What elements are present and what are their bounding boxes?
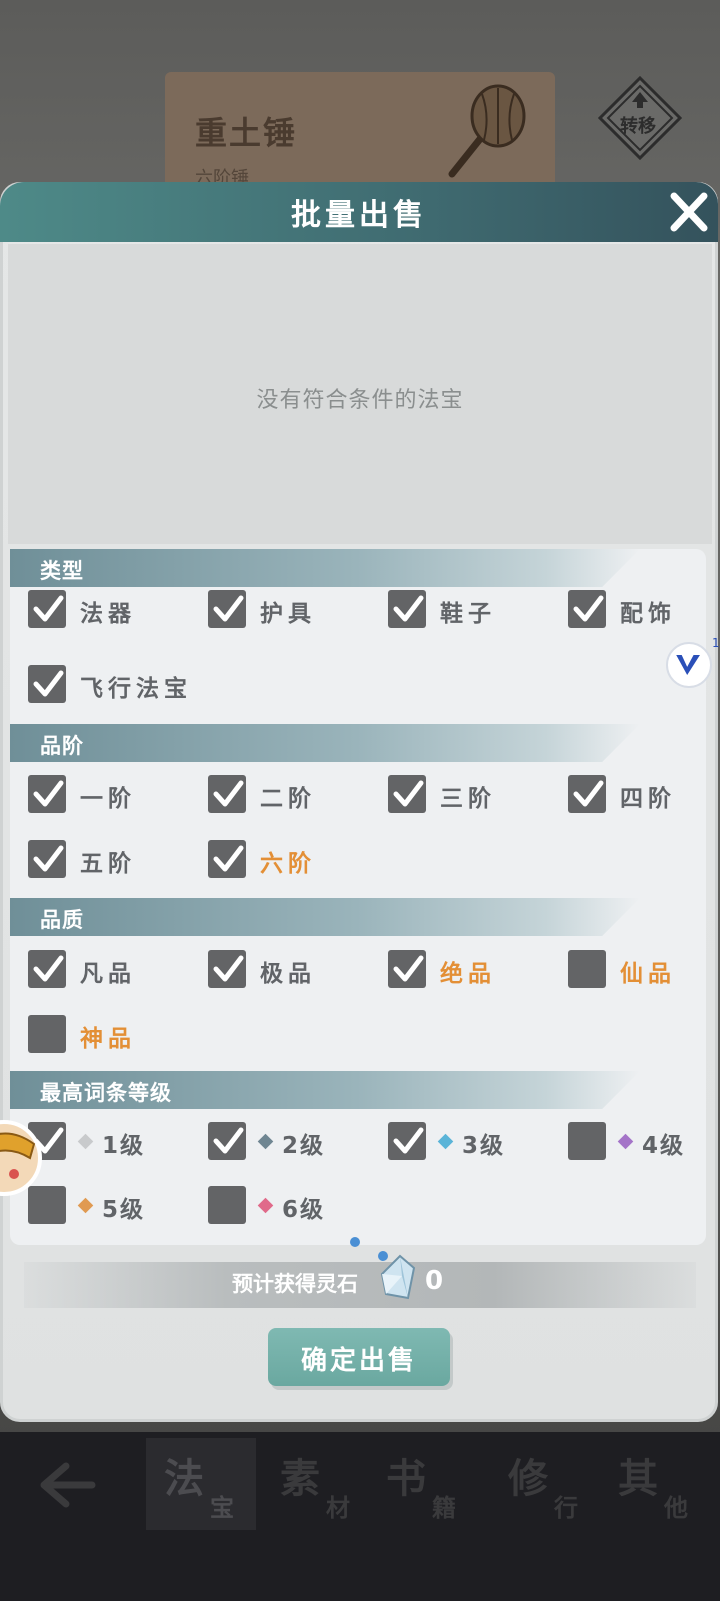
floating-v-badge[interactable] (666, 642, 712, 688)
checkbox-checked[interactable] (208, 590, 246, 628)
v-badge-count: 1 (712, 636, 720, 650)
section-label-grade: 品阶 (40, 734, 84, 758)
option-label: 三阶 (440, 786, 496, 812)
checkbox-checked[interactable] (388, 1122, 426, 1160)
section-banner-grade (10, 724, 640, 762)
option-label: 仙品 (620, 961, 676, 987)
option-label: 飞行法宝 (80, 676, 192, 702)
checkbox-checked[interactable] (208, 840, 246, 878)
checkbox-checked[interactable] (568, 775, 606, 813)
hammer-icon (448, 84, 526, 178)
tab-label-main: 素 (280, 1455, 320, 1502)
checkbox-checked[interactable] (208, 1122, 246, 1160)
v-logo-icon (676, 654, 700, 676)
option-label: 3级 (462, 1133, 506, 1159)
tab-label-sub: 行 (554, 1493, 578, 1522)
option-label: 极品 (260, 961, 316, 987)
option-label: 配饰 (620, 601, 676, 627)
checkbox-checked[interactable] (28, 950, 66, 988)
checkbox-checked[interactable] (208, 950, 246, 988)
checkbox-checked[interactable] (388, 590, 426, 628)
option-label: 神品 (80, 1026, 136, 1052)
checkbox-checked[interactable] (208, 775, 246, 813)
section-label-type: 类型 (40, 559, 84, 583)
option-label: 绝品 (440, 961, 496, 987)
option-label: 护具 (260, 601, 316, 627)
tab-materials[interactable]: 素 材 (262, 1438, 372, 1530)
scroll-indicator-dot (350, 1237, 360, 1247)
tab-cultivation[interactable]: 修 行 (490, 1438, 600, 1530)
checkbox[interactable] (208, 1186, 246, 1224)
option-label: 4级 (642, 1133, 686, 1159)
item-name: 重土锤 (195, 114, 298, 152)
checkbox-checked[interactable] (28, 590, 66, 628)
option-label: 四阶 (620, 786, 676, 812)
back-arrow-icon[interactable] (38, 1460, 98, 1510)
checkbox-checked[interactable] (28, 665, 66, 703)
dialog-title: 批量出售 (291, 198, 427, 233)
floating-avatar-icon[interactable] (0, 1116, 42, 1200)
section-label-affix-level: 最高词条等级 (40, 1081, 172, 1105)
option-label: 六阶 (260, 851, 316, 877)
tab-label-sub: 籍 (432, 1493, 456, 1522)
close-icon[interactable] (668, 190, 710, 234)
empty-message: 没有符合条件的法宝 (256, 388, 464, 413)
checkbox-checked[interactable] (388, 775, 426, 813)
checkbox[interactable] (568, 1122, 606, 1160)
option-label: 鞋子 (440, 601, 496, 627)
checkbox-checked[interactable] (28, 840, 66, 878)
tab-label-main: 修 (508, 1455, 548, 1502)
option-label: 二阶 (260, 786, 316, 812)
tab-label-sub: 宝 (210, 1493, 234, 1522)
tab-other[interactable]: 其 他 (600, 1438, 710, 1530)
option-label: 5级 (102, 1197, 146, 1223)
option-label: 一阶 (80, 786, 136, 812)
option-label: 6级 (282, 1197, 326, 1223)
tab-label-sub: 他 (664, 1493, 688, 1522)
estimate-value: 0 (425, 1266, 444, 1296)
checkbox[interactable] (568, 950, 606, 988)
estimate-label: 预计获得灵石 (232, 1272, 358, 1296)
tab-label-main: 法 (164, 1455, 204, 1502)
checkbox[interactable] (28, 1015, 66, 1053)
section-banner-quality (10, 898, 640, 936)
checkbox-checked[interactable] (568, 590, 606, 628)
option-label: 2级 (282, 1133, 326, 1159)
tab-treasure[interactable]: 法 宝 (146, 1438, 256, 1530)
transfer-label: 转移 (620, 116, 656, 137)
spirit-stone-icon (380, 1254, 416, 1300)
option-label: 凡品 (80, 961, 136, 987)
section-banner-type (10, 549, 640, 587)
checkbox-checked[interactable] (28, 775, 66, 813)
section-label-quality: 品质 (40, 908, 84, 932)
checkbox-checked[interactable] (388, 950, 426, 988)
tab-label-main: 书 (386, 1455, 426, 1502)
option-label: 1级 (102, 1133, 146, 1159)
tab-label-main: 其 (618, 1455, 658, 1502)
tab-label-sub: 材 (326, 1493, 350, 1522)
option-label: 五阶 (80, 851, 136, 877)
tab-books[interactable]: 书 籍 (368, 1438, 478, 1530)
option-label: 法器 (80, 601, 136, 627)
confirm-sell-label: 确定出售 (300, 1346, 417, 1376)
estimate-bar (24, 1262, 696, 1308)
